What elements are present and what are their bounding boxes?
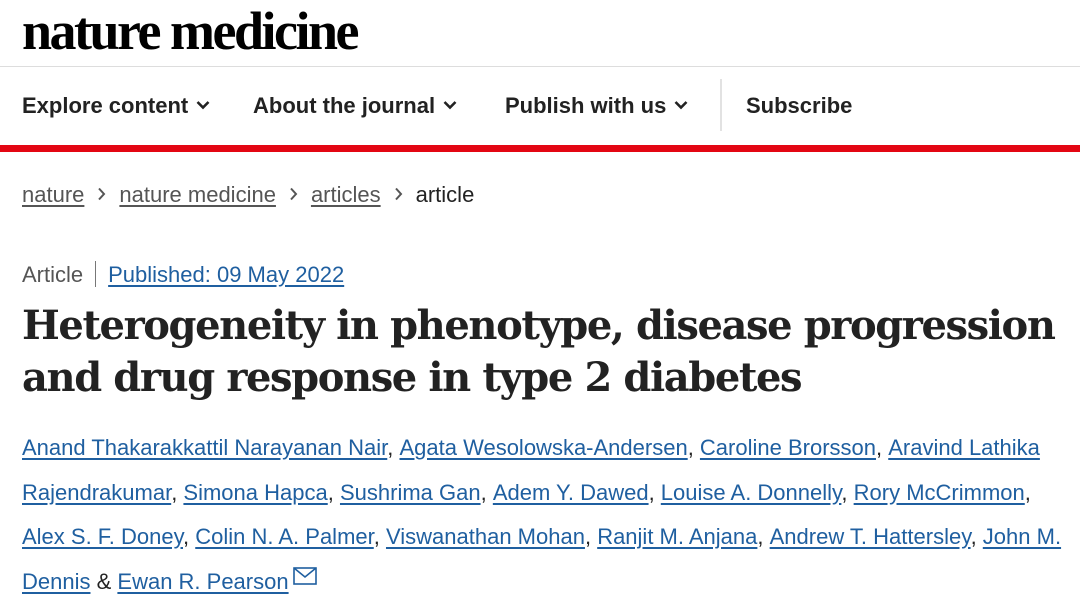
author-link[interactable]: Simona Hapca bbox=[183, 480, 327, 505]
author-separator: , bbox=[841, 479, 854, 505]
author-link[interactable]: Louise A. Donnelly bbox=[661, 480, 842, 505]
author-item: Simona Hapca, bbox=[183, 480, 340, 505]
nav-divider bbox=[720, 79, 722, 131]
chevron-right-icon bbox=[98, 188, 106, 201]
nav-publish-with-us[interactable]: Publish with us bbox=[505, 91, 688, 121]
author-link[interactable]: Andrew T. Hattersley bbox=[770, 524, 971, 549]
author-item: Agata Wesolowska-Andersen, bbox=[399, 435, 699, 460]
breadcrumb-link-articles[interactable]: articles bbox=[311, 182, 381, 207]
author-link[interactable]: Agata Wesolowska-Andersen bbox=[399, 435, 687, 460]
main-nav: Explore content About the journal Publis… bbox=[0, 67, 1080, 145]
breadcrumb-link-nature-medicine[interactable]: nature medicine bbox=[119, 182, 276, 207]
author-separator: , bbox=[387, 435, 400, 460]
author-separator: , bbox=[1024, 479, 1031, 505]
published-date-link[interactable]: Published: 09 May 2022 bbox=[108, 262, 344, 287]
author-separator: , bbox=[584, 524, 598, 549]
author-separator: , bbox=[183, 524, 196, 549]
author-separator: , bbox=[480, 479, 493, 505]
author-link[interactable]: Adem Y. Dawed bbox=[493, 480, 649, 505]
nav-subscribe[interactable]: Subscribe bbox=[746, 91, 852, 121]
author-item: Rory McCrimmon, bbox=[854, 480, 1031, 505]
author-joiner: & bbox=[90, 568, 118, 594]
author-item: Ranjit M. Anjana, bbox=[597, 524, 769, 549]
author-item: Caroline Brorsson, bbox=[700, 435, 888, 460]
author-link[interactable]: Alex S. F. Doney bbox=[22, 524, 183, 549]
author-item: Alex S. F. Doney, bbox=[22, 524, 195, 549]
author-list: Anand Thakarakkattil Narayanan Nair, Aga… bbox=[22, 426, 1077, 604]
journal-logo[interactable]: nature medicine bbox=[22, 0, 359, 62]
author-separator: , bbox=[687, 435, 700, 460]
author-link[interactable]: Anand Thakarakkattil Narayanan Nair bbox=[22, 435, 387, 460]
author-item: Adem Y. Dawed, bbox=[493, 480, 661, 505]
chevron-down-icon bbox=[196, 101, 210, 110]
author-separator: , bbox=[876, 435, 889, 460]
chevron-down-icon bbox=[674, 101, 688, 110]
nav-publish-with-us-label: Publish with us bbox=[505, 93, 667, 118]
article-title: Heterogeneity in phenotype, disease prog… bbox=[22, 302, 1056, 401]
chevron-right-icon bbox=[394, 188, 402, 201]
article-type: Article bbox=[22, 262, 84, 287]
nav-about-journal[interactable]: About the journal bbox=[253, 91, 457, 121]
nav-explore-content[interactable]: Explore content bbox=[22, 91, 210, 121]
author-item: Sushrima Gan, bbox=[340, 480, 493, 505]
nav-about-journal-label: About the journal bbox=[253, 93, 436, 118]
breadcrumb: nature nature medicine articles article bbox=[22, 180, 474, 210]
article-meta: Article Published: 09 May 2022 bbox=[22, 260, 344, 290]
author-separator: , bbox=[970, 524, 983, 549]
author-item: Ewan R. Pearson bbox=[117, 566, 317, 594]
author-separator: , bbox=[757, 524, 770, 549]
author-item: Andrew T. Hattersley, bbox=[770, 524, 983, 549]
nav-explore-content-label: Explore content bbox=[22, 93, 189, 118]
author-item: Viswanathan Mohan, bbox=[386, 524, 597, 549]
breadcrumb-link-nature[interactable]: nature bbox=[22, 182, 84, 207]
author-separator: , bbox=[327, 479, 340, 505]
author-item: Anand Thakarakkattil Narayanan Nair, bbox=[22, 435, 399, 460]
author-separator: , bbox=[373, 524, 386, 549]
author-link[interactable]: Ewan R. Pearson bbox=[117, 569, 288, 594]
author-separator: , bbox=[171, 479, 184, 505]
site-header: nature medicine bbox=[0, 0, 1080, 66]
author-link[interactable]: Rory McCrimmon bbox=[854, 480, 1025, 505]
meta-divider bbox=[95, 261, 97, 288]
author-link[interactable]: Sushrima Gan bbox=[340, 480, 481, 505]
nav-accent-bar bbox=[0, 145, 1080, 152]
author-link[interactable]: Caroline Brorsson bbox=[700, 435, 876, 460]
breadcrumb-current: article bbox=[415, 182, 475, 207]
mail-icon[interactable] bbox=[292, 566, 317, 585]
chevron-right-icon bbox=[290, 188, 298, 201]
author-link[interactable]: Colin N. A. Palmer bbox=[195, 524, 374, 549]
author-link[interactable]: Viswanathan Mohan bbox=[386, 524, 585, 549]
author-item: Louise A. Donnelly, bbox=[661, 480, 854, 505]
author-separator: , bbox=[648, 479, 661, 505]
chevron-down-icon bbox=[443, 101, 457, 110]
author-link[interactable]: Ranjit M. Anjana bbox=[597, 524, 757, 549]
author-item: Colin N. A. Palmer, bbox=[195, 524, 386, 549]
